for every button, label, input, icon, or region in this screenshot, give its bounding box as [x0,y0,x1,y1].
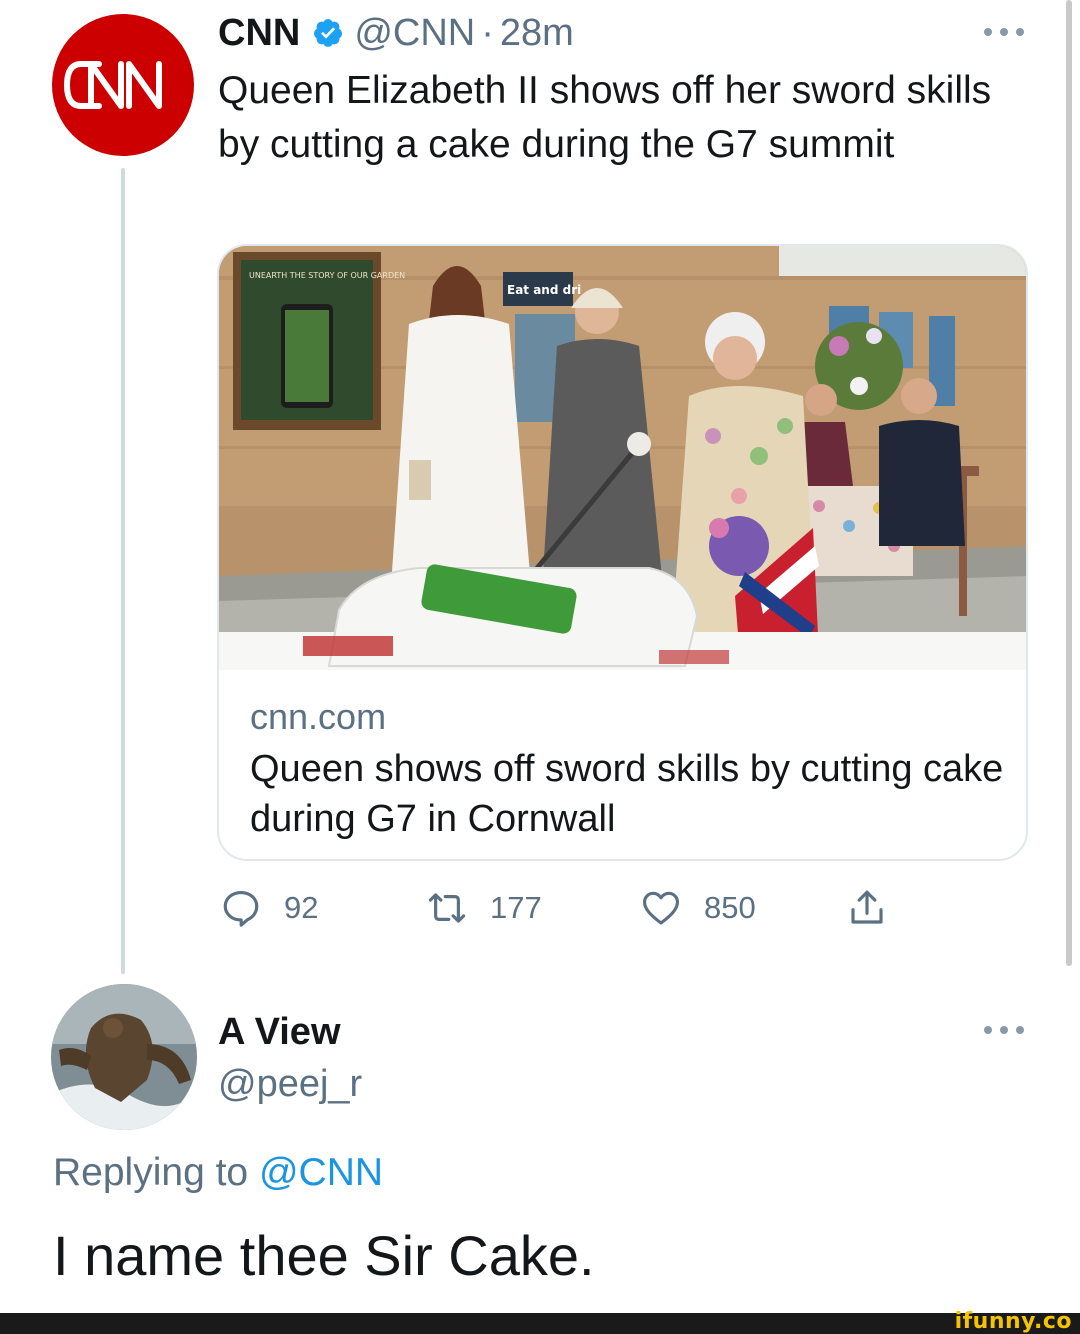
like-button[interactable]: 850 [640,886,756,930]
thread-connector-line [121,168,125,974]
header-separator: · [481,11,494,54]
scroll-indicator[interactable] [1066,0,1072,966]
reply-author-name[interactable]: A View [218,1008,341,1056]
author-name[interactable]: CNN [218,12,300,55]
share-icon [851,890,883,924]
like-count: 850 [704,890,756,925]
more-options-icon[interactable] [984,22,1024,42]
author-handle[interactable]: @CNN [354,12,475,55]
card-meta: cnn.com Queen shows off sword skills by … [250,694,1010,844]
retweet-button[interactable]: 177 [426,886,542,930]
reply-count: 92 [284,890,319,925]
tweet-header: CNN @CNN · 28m [218,10,574,56]
reply-button[interactable]: 92 [220,886,318,930]
replying-prefix: Replying to [53,1151,259,1194]
link-card[interactable]: UNEARTH THE STORY OF OUR GARDEN Eat and … [217,244,1028,861]
poster-text: UNEARTH THE STORY OF OUR GARDEN [249,271,405,280]
card-title: Queen shows off sword skills by cutting … [250,748,1004,840]
card-image: UNEARTH THE STORY OF OUR GARDEN Eat and … [219,246,1026,670]
retweet-icon [428,893,466,923]
tweet-text: Queen Elizabeth II shows off her sword s… [218,69,992,166]
cnn-avatar[interactable] [52,14,194,156]
watermark-logo: ifunny.co [954,1309,1072,1334]
reply-author-avatar[interactable] [51,984,197,1130]
comment-bubble-icon [223,891,259,927]
watermark-bar [0,1313,1080,1334]
share-button[interactable] [846,886,910,930]
replying-to-line: Replying to @CNN [53,1148,383,1198]
reply-text: I name thee Sir Cake. [53,1224,595,1287]
heart-icon [642,891,680,925]
cnn-logo-icon [64,61,162,109]
card-domain: cnn.com [250,696,387,737]
reply-author-handle[interactable]: @peej_r [218,1060,362,1108]
more-options-icon[interactable] [984,1020,1024,1040]
retweet-count: 177 [490,890,542,925]
sign-text: Eat and dri [507,283,581,297]
tweet-timestamp[interactable]: 28m [500,12,574,55]
verified-badge-icon [314,19,343,47]
replying-to-mention[interactable]: @CNN [259,1151,383,1194]
